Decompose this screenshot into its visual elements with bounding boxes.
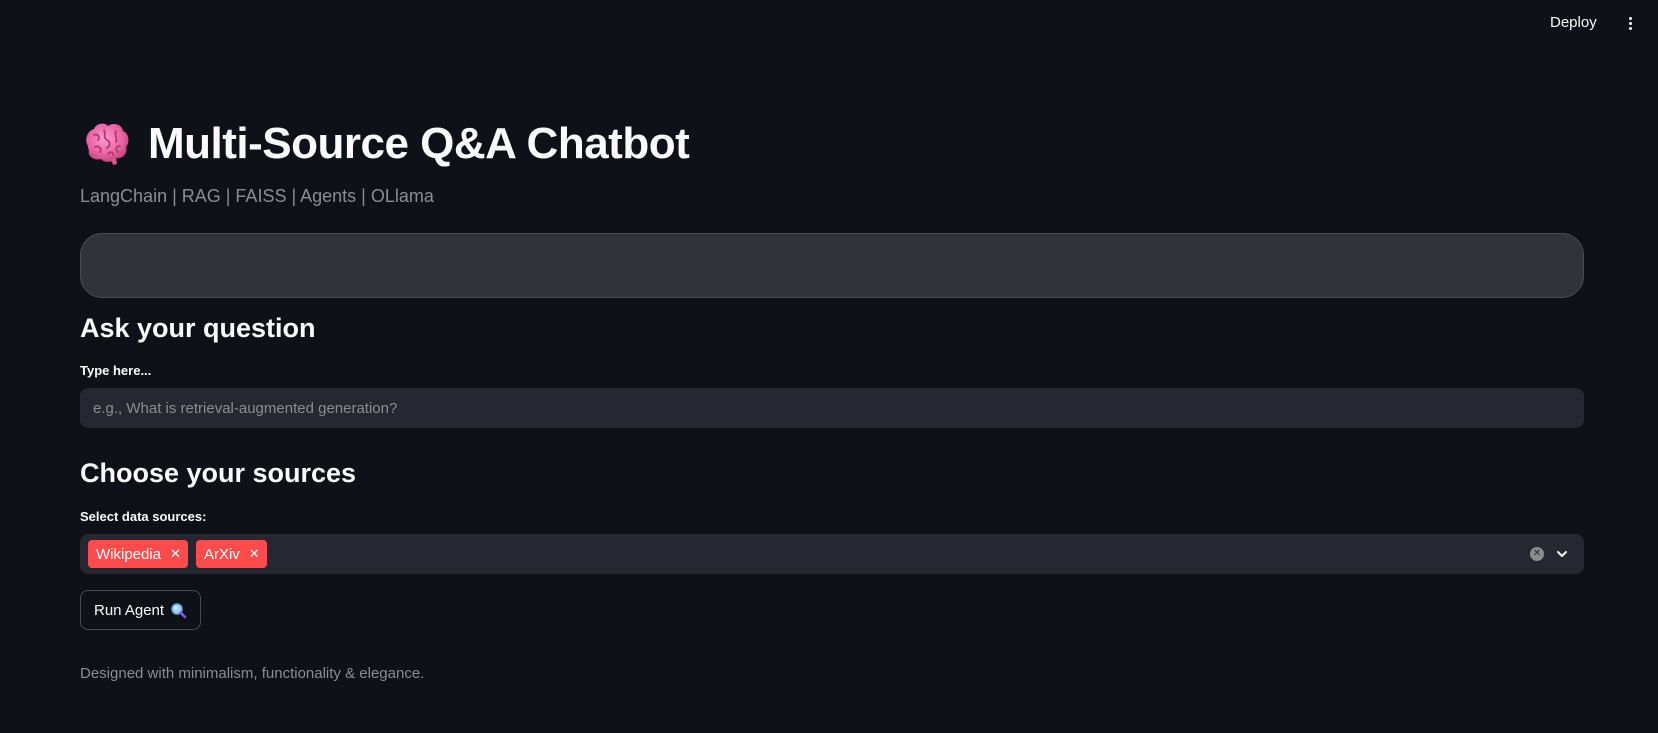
multiselect-controls: ✕: [1530, 546, 1576, 562]
run-agent-button[interactable]: Run Agent: [80, 590, 202, 630]
run-agent-label: Run Agent: [94, 601, 165, 619]
chevron-down-icon[interactable]: [1554, 546, 1570, 562]
page-subtitle: LangChain | RAG | FAISS | Agents | OLlam…: [80, 186, 434, 206]
source-tag-label: Wikipedia: [96, 545, 162, 563]
deploy-button[interactable]: Deploy: [1550, 12, 1597, 34]
footer-note: Designed with minimalism, functionality …: [80, 665, 425, 682]
page-title: Multi-Source Q&A Chatbot: [148, 119, 690, 168]
banner-box: [80, 233, 1584, 298]
sources-multiselect[interactable]: Wikipedia ✕ ArXiv ✕ ✕: [80, 534, 1584, 574]
sources-select-label: Select data sources:: [80, 509, 207, 524]
question-input[interactable]: [80, 388, 1584, 428]
page-title-row: Multi-Source Q&A Chatbot: [80, 112, 690, 176]
source-tag-wikipedia: Wikipedia ✕: [88, 540, 188, 568]
ask-question-heading: Ask your question: [80, 313, 316, 343]
remove-tag-icon[interactable]: ✕: [249, 540, 260, 568]
question-input-label: Type here...: [80, 363, 152, 378]
remove-tag-icon[interactable]: ✕: [170, 540, 181, 568]
main-menu-icon[interactable]: [1622, 12, 1638, 34]
source-tag-label: ArXiv: [203, 545, 240, 563]
clear-all-icon[interactable]: ✕: [1530, 547, 1544, 561]
choose-sources-heading: Choose your sources: [80, 458, 357, 488]
magnifying-glass-icon: [171, 602, 187, 618]
source-tag-arxiv: ArXiv ✕: [195, 540, 267, 568]
app-header: Deploy: [0, 0, 1658, 46]
brain-icon: [86, 123, 129, 165]
